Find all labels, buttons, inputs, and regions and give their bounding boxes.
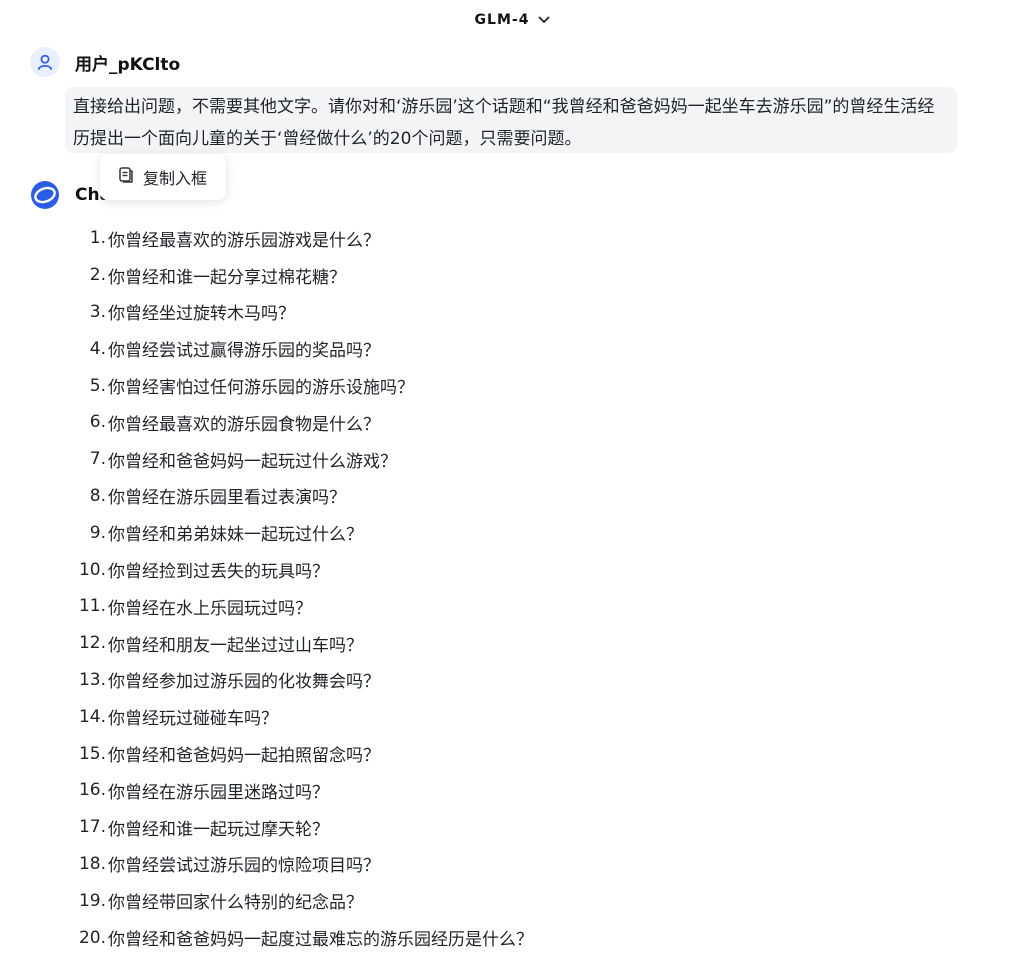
copy-icon [117, 166, 135, 188]
list-item: 14. 你曾经玩过碰碰车吗？ [72, 698, 533, 735]
list-item-number: 20. [78, 927, 106, 948]
copy-button-label: 复制入框 [143, 169, 208, 188]
list-item-text: 你曾经尝试过赢得游乐园的奖品吗？ [108, 341, 380, 362]
list-item: 9. 你曾经和弟弟妹妹一起玩过什么？ [72, 514, 533, 551]
user-icon [30, 47, 60, 77]
list-item: 11. 你曾经在水上乐园玩过吗？ [72, 588, 533, 625]
list-item-number: 14. [78, 706, 106, 727]
list-item-number: 6. [89, 412, 106, 433]
model-switcher[interactable]: GLM-4 [475, 12, 552, 28]
list-item-number: 9. [89, 522, 106, 543]
bottom-edge [0, 964, 1026, 970]
list-item: 18. 你曾经尝试过游乐园的惊险项目吗？ [72, 846, 533, 883]
list-item: 8. 你曾经在游乐园里看过表演吗？ [72, 478, 533, 515]
list-item: 4. 你曾经尝试过赢得游乐园的奖品吗？ [72, 330, 533, 367]
copy-to-input-button[interactable]: 复制入框 [100, 154, 226, 200]
list-item: 19. 你曾经带回家什么特别的纪念品？ [72, 882, 533, 919]
list-item-text: 你曾经坐过旋转木马吗？ [108, 304, 295, 325]
list-item-number: 12. [78, 633, 106, 654]
list-item-number: 17. [78, 817, 106, 838]
list-item-number: 15. [78, 743, 106, 764]
list-item: 13. 你曾经参加过游乐园的化妆舞会吗？ [72, 662, 533, 699]
list-item: 10. 你曾经捡到过丢失的玩具吗？ [72, 551, 533, 588]
list-item-text: 你曾经害怕过任何游乐园的游乐设施吗？ [108, 378, 414, 399]
list-item: 16. 你曾经在游乐园里迷路过吗？ [72, 772, 533, 809]
model-name: GLM-4 [474, 12, 530, 28]
list-item-text: 你曾经和爸爸妈妈一起度过最难忘的游乐园经历是什么？ [108, 930, 533, 951]
list-item: 17. 你曾经和谁一起玩过摩天轮？ [72, 809, 533, 846]
list-item: 7. 你曾经和爸爸妈妈一起玩过什么游戏？ [72, 441, 533, 478]
list-item-text: 你曾经在游乐园里迷路过吗？ [108, 782, 329, 803]
list-item-number: 3. [89, 301, 106, 322]
list-item-text: 你曾经和爸爸妈妈一起玩过什么游戏？ [108, 451, 397, 472]
list-item-text: 你曾经在水上乐园玩过吗？ [108, 598, 312, 619]
list-item-text: 你曾经和朋友一起坐过过山车吗？ [108, 635, 363, 656]
list-item: 1. 你曾经最喜欢的游乐园游戏是什么？ [72, 220, 533, 257]
list-item-number: 4. [89, 338, 106, 359]
list-item-text: 你曾经玩过碰碰车吗？ [108, 709, 278, 730]
chat-page: GLM-4 用户_pKClto 直接给出问题，不需要其他文字。请你对和‘游乐园’… [0, 0, 1026, 970]
list-item-number: 5. [89, 375, 106, 396]
list-item-number: 8. [89, 485, 106, 506]
user-message-header: 用户_pKClto [30, 47, 180, 77]
list-item-number: 2. [89, 265, 106, 286]
list-item-text: 你曾经捡到过丢失的玩具吗？ [108, 562, 329, 583]
list-item-number: 1. [89, 228, 106, 249]
list-item-text: 你曾经和谁一起分享过棉花糖？ [108, 267, 346, 288]
list-item-number: 16. [78, 780, 106, 801]
list-item: 6. 你曾经最喜欢的游乐园食物是什么？ [72, 404, 533, 441]
list-item-number: 19. [78, 890, 106, 911]
list-item: 12. 你曾经和朋友一起坐过过山车吗？ [72, 625, 533, 662]
list-item: 2. 你曾经和谁一起分享过棉花糖？ [72, 257, 533, 294]
top-header: GLM-4 [0, 8, 1026, 32]
list-item-text: 你曾经在游乐园里看过表演吗？ [108, 488, 346, 509]
list-item-text: 你曾经带回家什么特别的纪念品？ [108, 893, 363, 914]
list-item-number: 13. [78, 669, 106, 690]
list-item-number: 11. [78, 596, 106, 617]
question-list: 1. 你曾经最喜欢的游乐园游戏是什么？ 2. 你曾经和谁一起分享过棉花糖？ 3. 你曾经坐… [72, 220, 533, 956]
list-item-text: 你曾经和爸爸妈妈一起拍照留念吗？ [108, 746, 380, 767]
user-message-bubble: 直接给出问题，不需要其他文字。请你对和‘游乐园’这个话题和“我曾经和爸爸妈妈一起… [65, 87, 957, 153]
list-item-text: 你曾经最喜欢的游乐园食物是什么？ [108, 414, 380, 435]
chatglm-logo-icon [30, 180, 60, 210]
list-item-text: 你曾经最喜欢的游乐园游戏是什么？ [108, 230, 380, 251]
list-item-text: 你曾经和弟弟妹妹一起玩过什么？ [108, 525, 363, 546]
user-name: 用户_pKClto [75, 54, 181, 75]
list-item-text: 你曾经尝试过游乐园的惊险项目吗？ [108, 856, 380, 877]
list-item: 15. 你曾经和爸爸妈妈一起拍照留念吗？ [72, 735, 533, 772]
chevron-down-icon [537, 13, 551, 27]
list-item-number: 10. [78, 559, 106, 580]
list-item-text: 你曾经和谁一起玩过摩天轮？ [108, 819, 329, 840]
list-item-number: 18. [78, 853, 106, 874]
list-item-text: 你曾经参加过游乐园的化妆舞会吗？ [108, 672, 380, 693]
list-item: 20. 你曾经和爸爸妈妈一起度过最难忘的游乐园经历是什么？ [72, 919, 533, 956]
list-item-number: 7. [89, 449, 106, 470]
list-item: 3. 你曾经坐过旋转木马吗？ [72, 294, 533, 331]
list-item: 5. 你曾经害怕过任何游乐园的游乐设施吗？ [72, 367, 533, 404]
